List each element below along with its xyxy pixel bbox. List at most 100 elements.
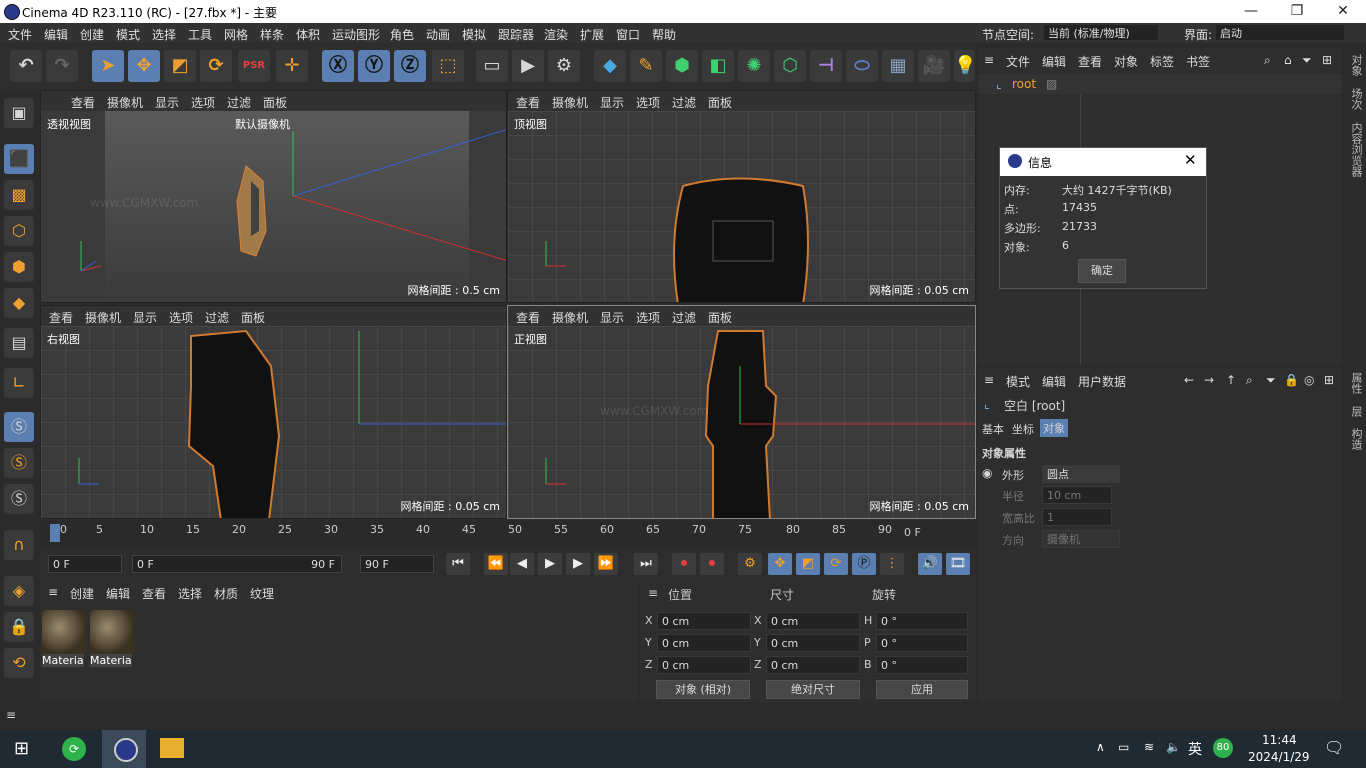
- viewport-top[interactable]: 查看 摄像机 显示 选项 过滤 面板 顶视图 网格间距 : 0.05 cm: [507, 90, 976, 303]
- deformer-icon[interactable]: ⊣: [810, 50, 842, 82]
- notification-icon[interactable]: 🗨: [1324, 738, 1344, 757]
- file-explorer-icon[interactable]: [160, 738, 184, 758]
- material-edit-menu[interactable]: 编辑: [106, 585, 130, 602]
- object-name[interactable]: root: [1012, 77, 1036, 91]
- position-y-field[interactable]: 0 cm: [657, 634, 751, 652]
- material-create-menu[interactable]: 创建: [70, 585, 94, 602]
- uv-mode-icon[interactable]: ▤: [4, 328, 34, 358]
- size-y-field[interactable]: 0 cm: [766, 634, 860, 652]
- node-space-select[interactable]: 当前 (标准/物理): [1044, 25, 1158, 40]
- tab-basic[interactable]: 基本: [982, 421, 1004, 437]
- key-scale-icon[interactable]: ◩: [796, 553, 820, 575]
- hamburger-icon[interactable]: ≡: [48, 585, 58, 599]
- material-material-menu[interactable]: 材质: [214, 585, 238, 602]
- display-select[interactable]: 圆点: [1042, 465, 1120, 483]
- viewport-filter-menu[interactable]: 过滤: [227, 94, 251, 111]
- viewport-front[interactable]: 查看 摄像机 显示 选项 过滤 面板 正视图 网格间距 : 0.05 cm: [507, 305, 976, 519]
- scale-icon[interactable]: ◩: [164, 50, 196, 82]
- size-x-field[interactable]: 0 cm: [766, 612, 860, 630]
- radius-field[interactable]: 10 cm: [1042, 486, 1112, 504]
- coordinate-mode-select[interactable]: 对象 (相对): [656, 680, 750, 699]
- frame-range-slider[interactable]: 0 F 90 F: [132, 555, 342, 573]
- menu-animate[interactable]: 动画: [426, 26, 450, 43]
- render-view-icon[interactable]: ▭: [476, 50, 508, 82]
- menu-simulate[interactable]: 模拟: [462, 26, 486, 43]
- viewport-display-menu[interactable]: 显示: [600, 309, 624, 326]
- up-arrow-icon[interactable]: ↑: [1226, 373, 1236, 387]
- filter-icon[interactable]: ⏷: [1266, 373, 1276, 388]
- material-name[interactable]: Materia: [90, 654, 132, 667]
- volume-icon[interactable]: 🔈: [1166, 740, 1181, 754]
- floor-icon[interactable]: ▦: [882, 50, 914, 82]
- tab-object[interactable]: 对象: [1040, 419, 1068, 437]
- windows-start-icon[interactable]: ⊞: [14, 738, 29, 759]
- om-view-menu[interactable]: 查看: [1078, 53, 1102, 70]
- magnet-icon[interactable]: ∩: [4, 530, 34, 560]
- clock-date[interactable]: 2024/1/29: [1248, 750, 1310, 764]
- hamburger-icon[interactable]: ≡: [984, 53, 994, 67]
- tab-objects[interactable]: 对象: [1348, 54, 1364, 76]
- render-settings-icon[interactable]: ⚙: [548, 50, 580, 82]
- om-bookmark-menu[interactable]: 书签: [1186, 53, 1210, 70]
- size-mode-select[interactable]: 绝对尺寸: [766, 680, 860, 699]
- ok-button[interactable]: 确定: [1078, 259, 1126, 283]
- object-row-root[interactable]: ⌞ root ▨: [978, 74, 1342, 94]
- menu-create[interactable]: 创建: [80, 26, 104, 43]
- menu-mode[interactable]: 模式: [116, 26, 140, 43]
- viewport-camera-menu[interactable]: 摄像机: [552, 309, 588, 326]
- forward-arrow-icon[interactable]: →: [1204, 373, 1214, 387]
- am-userdata-menu[interactable]: 用户数据: [1078, 373, 1126, 390]
- menu-file[interactable]: 文件: [8, 26, 32, 43]
- home-icon[interactable]: ⌂: [1284, 53, 1292, 67]
- viewport-display-menu[interactable]: 显示: [155, 94, 179, 111]
- hamburger-icon[interactable]: ≡: [6, 708, 16, 722]
- chevron-up-icon[interactable]: ∧: [1096, 740, 1105, 754]
- menu-mesh[interactable]: 网格: [224, 26, 248, 43]
- viewport-camera-menu[interactable]: 摄像机: [552, 94, 588, 111]
- apply-button[interactable]: 应用: [876, 680, 968, 699]
- viewport-options-menu[interactable]: 选项: [636, 94, 660, 111]
- cube-icon[interactable]: ◆: [594, 50, 626, 82]
- points-mode-icon[interactable]: ⬡: [4, 216, 34, 246]
- solo-off-icon[interactable]: Ⓢ: [4, 484, 34, 514]
- new-window-icon[interactable]: ⊞: [1324, 373, 1334, 387]
- viewport-options-menu[interactable]: 选项: [636, 309, 660, 326]
- menu-tools[interactable]: 工具: [188, 26, 212, 43]
- tab-structure[interactable]: 构造: [1348, 428, 1364, 450]
- polygons-mode-icon[interactable]: ◆: [4, 288, 34, 318]
- cinema4d-taskbar-button[interactable]: [102, 730, 146, 768]
- edges-mode-icon[interactable]: ⬢: [4, 252, 34, 282]
- viewport-panel-menu[interactable]: 面板: [263, 94, 287, 111]
- viewport-panel-menu[interactable]: 面板: [708, 309, 732, 326]
- key-position-icon[interactable]: ✥: [768, 553, 792, 575]
- browser-icon[interactable]: ⟳: [62, 737, 86, 761]
- key-pla-icon[interactable]: ⋮: [880, 553, 904, 575]
- select-icon[interactable]: ➤: [92, 50, 124, 82]
- hamburger-icon[interactable]: ≡: [648, 586, 658, 600]
- film-icon[interactable]: 🎞: [946, 553, 970, 575]
- subdivision-icon[interactable]: ⬢: [666, 50, 698, 82]
- viewport-view-menu[interactable]: 查看: [71, 94, 95, 111]
- am-mode-menu[interactable]: 模式: [1006, 373, 1030, 390]
- menu-mograph[interactable]: 运动图形: [332, 26, 380, 43]
- filter-icon[interactable]: ⏷: [1302, 53, 1312, 68]
- move-tool-icon[interactable]: ✛: [276, 50, 308, 82]
- am-edit-menu[interactable]: 编辑: [1042, 373, 1066, 390]
- network-icon[interactable]: ▭: [1118, 740, 1129, 754]
- aspect-field[interactable]: 1: [1042, 508, 1112, 526]
- security-badge[interactable]: 80: [1213, 738, 1233, 758]
- make-editable-icon[interactable]: ▣: [4, 98, 34, 128]
- workplane-icon[interactable]: ◈: [4, 576, 34, 606]
- key-rotation-icon[interactable]: ⟳: [824, 553, 848, 575]
- rotation-h-field[interactable]: 0 °: [876, 612, 968, 630]
- restore-button[interactable]: ❐: [1274, 0, 1320, 23]
- viewport-camera-menu[interactable]: 摄像机: [85, 309, 121, 326]
- orientation-select[interactable]: 摄像机: [1042, 530, 1120, 548]
- tab-takes[interactable]: 场次: [1348, 88, 1364, 110]
- viewport-display-menu[interactable]: 显示: [133, 309, 157, 326]
- snap-icon[interactable]: ⟲: [4, 648, 34, 678]
- lock-workplane-icon[interactable]: 🔒: [4, 612, 34, 642]
- size-z-field[interactable]: 0 cm: [766, 656, 860, 674]
- prev-frame-icon[interactable]: ◀: [510, 553, 534, 575]
- menu-volume[interactable]: 体积: [296, 26, 320, 43]
